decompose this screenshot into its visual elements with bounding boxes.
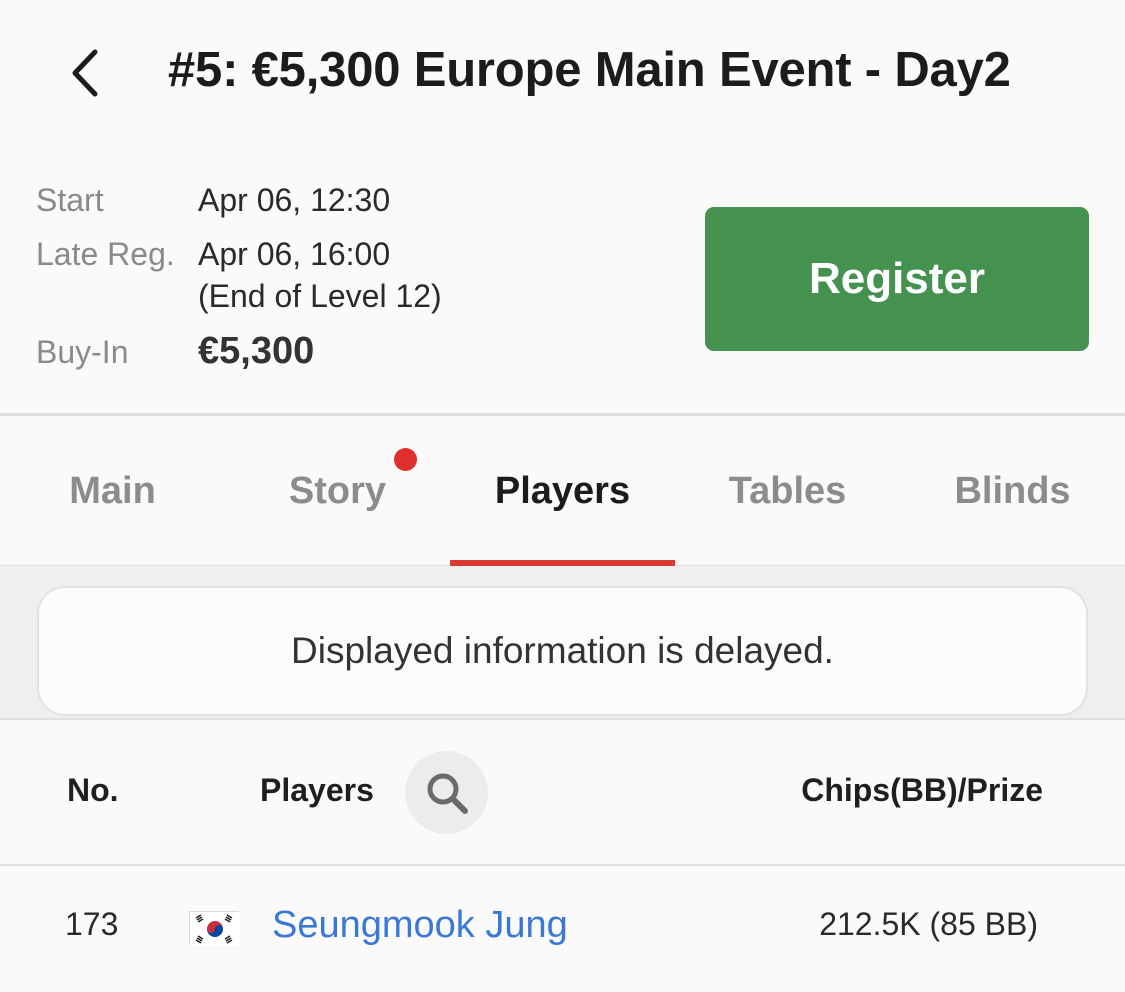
- start-label: Start: [36, 182, 104, 218]
- tab-bar: Main Story Players Tables Blinds: [0, 416, 1125, 567]
- back-button[interactable]: [52, 40, 118, 106]
- chevron-left-icon: [72, 49, 98, 97]
- buyin-value: €5,300: [198, 330, 315, 372]
- register-button[interactable]: Register: [705, 207, 1089, 351]
- column-header-players: Players: [260, 772, 374, 808]
- player-number: 173: [65, 906, 119, 942]
- notice-area: Displayed information is delayed.: [0, 566, 1125, 718]
- player-name-link[interactable]: Seungmook Jung: [272, 904, 568, 947]
- table-row[interactable]: 173 Seungmook Jung 212.5K (85 BB): [0, 866, 1125, 992]
- tab-blinds[interactable]: Blinds: [900, 416, 1125, 566]
- south-korea-flag-icon: [189, 911, 240, 946]
- tab-story[interactable]: Story: [225, 416, 450, 566]
- late-reg-value: Apr 06, 16:00: [198, 236, 391, 272]
- tab-tables[interactable]: Tables: [675, 416, 900, 566]
- buyin-label: Buy-In: [36, 334, 129, 370]
- page-title: #5: €5,300 Europe Main Event - Day2: [168, 43, 1011, 97]
- column-header-chips: Chips(BB)/Prize: [801, 772, 1043, 808]
- late-reg-label: Late Reg.: [36, 236, 175, 272]
- tournament-screen: #5: €5,300 Europe Main Event - Day2 Star…: [0, 0, 1125, 992]
- app-header: #5: €5,300 Europe Main Event - Day2: [0, 0, 1125, 150]
- start-value: Apr 06, 12:30: [198, 182, 391, 218]
- late-reg-note: (End of Level 12): [198, 278, 442, 314]
- column-header-no: No.: [67, 772, 119, 808]
- tab-players[interactable]: Players: [450, 416, 675, 566]
- player-chips: 212.5K (85 BB): [819, 906, 1038, 942]
- search-button[interactable]: [405, 751, 488, 834]
- search-icon: [427, 773, 468, 814]
- players-table-header: No. Players Chips(BB)/Prize: [0, 720, 1125, 864]
- tab-main[interactable]: Main: [0, 416, 225, 566]
- delay-notice: Displayed information is delayed.: [37, 586, 1088, 716]
- notification-dot: [394, 448, 417, 471]
